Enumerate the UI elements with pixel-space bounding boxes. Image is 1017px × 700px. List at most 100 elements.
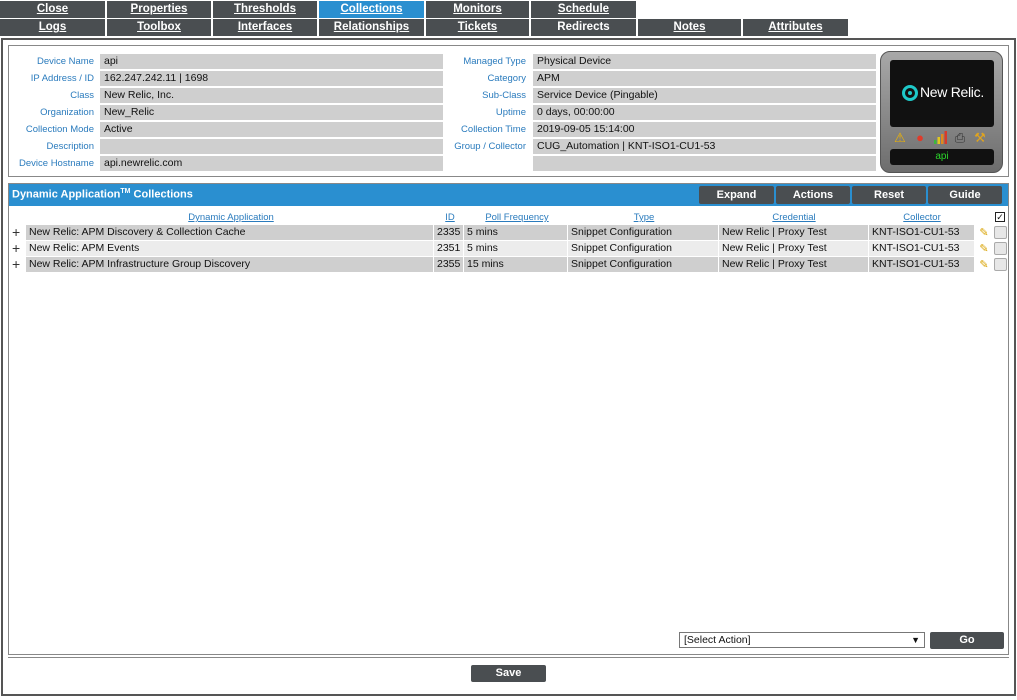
new-relic-logo: New Relic. [890,60,994,127]
cell-credential: New Relic | Proxy Test [719,225,868,240]
row-checkbox[interactable] [994,226,1007,239]
panel-title-suffix: Collections [130,188,193,201]
value-group-collector: CUG_Automation | KNT-ISO1-CU1-53 [533,139,876,154]
cell-type: Snippet Configuration [568,257,718,272]
select-all-checkbox[interactable]: ✓ [995,212,1005,222]
col-header-collector[interactable]: Collector [869,212,975,223]
device-logo-box: New Relic. ⚠ ● ⎙ ⚒ api [880,51,1003,173]
value-sub-class: Service Device (Pingable) [533,88,876,103]
device-tool-icons: ⚠ ● ⎙ ⚒ [893,131,993,147]
logo-device-name: api [890,149,994,165]
tab-properties[interactable]: Properties [107,1,211,18]
value-device-name: api [100,54,443,69]
cell-dynamic-application[interactable]: New Relic: APM Infrastructure Group Disc… [26,257,433,272]
logo-brand-text: New Relic. [920,84,984,100]
table-row: + New Relic: APM Discovery & Collection … [9,225,1008,241]
select-action-dropdown[interactable]: [Select Action] ▼ [679,632,925,648]
cell-poll-frequency: 5 mins [464,225,567,240]
label-device-hostname: Device Hostname [19,158,94,169]
col-header-id[interactable]: ID [435,212,465,223]
label-category: Category [487,73,526,84]
actions-button[interactable]: Actions [776,186,850,204]
label-sub-class: Sub-Class [482,90,526,101]
tab-tickets[interactable]: Tickets [426,19,529,36]
expand-row-icon[interactable]: + [12,257,20,272]
value-category: APM [533,71,876,86]
cell-id: 2335 [434,225,463,240]
reset-button[interactable]: Reset [852,186,926,204]
go-button[interactable]: Go [930,632,1004,649]
cell-credential: New Relic | Proxy Test [719,257,868,272]
tab-interfaces[interactable]: Interfaces [213,19,317,36]
save-button[interactable]: Save [471,665,546,682]
cell-poll-frequency: 5 mins [464,241,567,256]
edit-pencil-icon[interactable]: ✎ [977,242,991,256]
label-description: Description [46,141,94,152]
col-header-poll-frequency[interactable]: Poll Frequency [465,212,569,223]
expand-row-icon[interactable]: + [12,241,20,256]
cell-id: 2355 [434,257,463,272]
edit-pencil-icon[interactable]: ✎ [977,258,991,272]
cell-credential: New Relic | Proxy Test [719,241,868,256]
value-class: New Relic, Inc. [100,88,443,103]
label-ip-address: IP Address / ID [30,73,94,84]
cell-type: Snippet Configuration [568,225,718,240]
row-checkbox[interactable] [994,258,1007,271]
warning-icon[interactable]: ⚠ [893,131,907,145]
label-uptime: Uptime [495,107,526,118]
cell-dynamic-application[interactable]: New Relic: APM Discovery & Collection Ca… [26,225,433,240]
expand-button[interactable]: Expand [699,186,774,204]
table-row: + New Relic: APM Infrastructure Group Di… [9,257,1008,273]
chevron-down-icon: ▼ [911,635,920,645]
edit-pencil-icon[interactable]: ✎ [977,226,991,240]
tab-attributes[interactable]: Attributes [743,19,848,36]
label-collection-time: Collection Time [461,124,526,135]
label-collection-mode: Collection Mode [25,124,94,135]
tab-redirects[interactable]: Redirects [531,19,636,36]
label-class: Class [70,90,94,101]
value-collection-mode: Active [100,122,443,137]
guide-button[interactable]: Guide [928,186,1002,204]
tab-toolbox[interactable]: Toolbox [107,19,211,36]
row-checkbox[interactable] [994,242,1007,255]
tab-relationships[interactable]: Relationships [319,19,424,36]
value-description [100,139,443,154]
value-managed-type: Physical Device [533,54,876,69]
tab-logs[interactable]: Logs [0,19,105,36]
tab-close[interactable]: Close [0,1,105,18]
tab-thresholds[interactable]: Thresholds [213,1,317,18]
value-ip-address: 162.247.242.11 | 1698 [100,71,443,86]
col-header-credential[interactable]: Credential [719,212,869,223]
new-relic-eye-icon [902,85,918,101]
panel-title-sup: TM [120,188,131,195]
table-row: + New Relic: APM Events 2351 5 mins Snip… [9,241,1008,257]
cell-dynamic-application[interactable]: New Relic: APM Events [26,241,433,256]
cell-id: 2351 [434,241,463,256]
value-collection-time: 2019-09-05 15:14:00 [533,122,876,137]
tab-collections[interactable]: Collections [319,1,424,18]
dynamic-applications-panel: Dynamic ApplicationTM Collections Expand… [8,183,1009,655]
cell-poll-frequency: 15 mins [464,257,567,272]
label-group-collector: Group / Collector [454,141,526,152]
value-device-hostname: api.newrelic.com [100,156,443,171]
expand-row-icon[interactable]: + [12,225,20,240]
select-action-value: [Select Action] [684,634,751,646]
col-header-dynamic-application[interactable]: Dynamic Application [27,212,435,223]
label-device-name: Device Name [36,56,94,67]
tab-notes[interactable]: Notes [638,19,741,36]
wrench-icon[interactable]: ⚒ [973,131,987,145]
lifebuoy-icon[interactable]: ● [913,131,927,145]
printer-icon[interactable]: ⎙ [953,131,967,145]
tab-bar: Close Properties Thresholds Collections … [0,0,1017,38]
panel-title: Dynamic ApplicationTM Collections [12,188,193,201]
value-organization: New_Relic [100,105,443,120]
label-managed-type: Managed Type [463,56,526,67]
tab-schedule[interactable]: Schedule [531,1,636,18]
tab-monitors[interactable]: Monitors [426,1,529,18]
col-header-type[interactable]: Type [569,212,719,223]
cell-collector: KNT-ISO1-CU1-53 [869,257,974,272]
panel-title-text: Dynamic Application [12,188,121,201]
signal-bars-icon[interactable] [933,131,947,145]
value-uptime: 0 days, 00:00:00 [533,105,876,120]
panel-header: Dynamic ApplicationTM Collections Expand… [9,184,1008,206]
